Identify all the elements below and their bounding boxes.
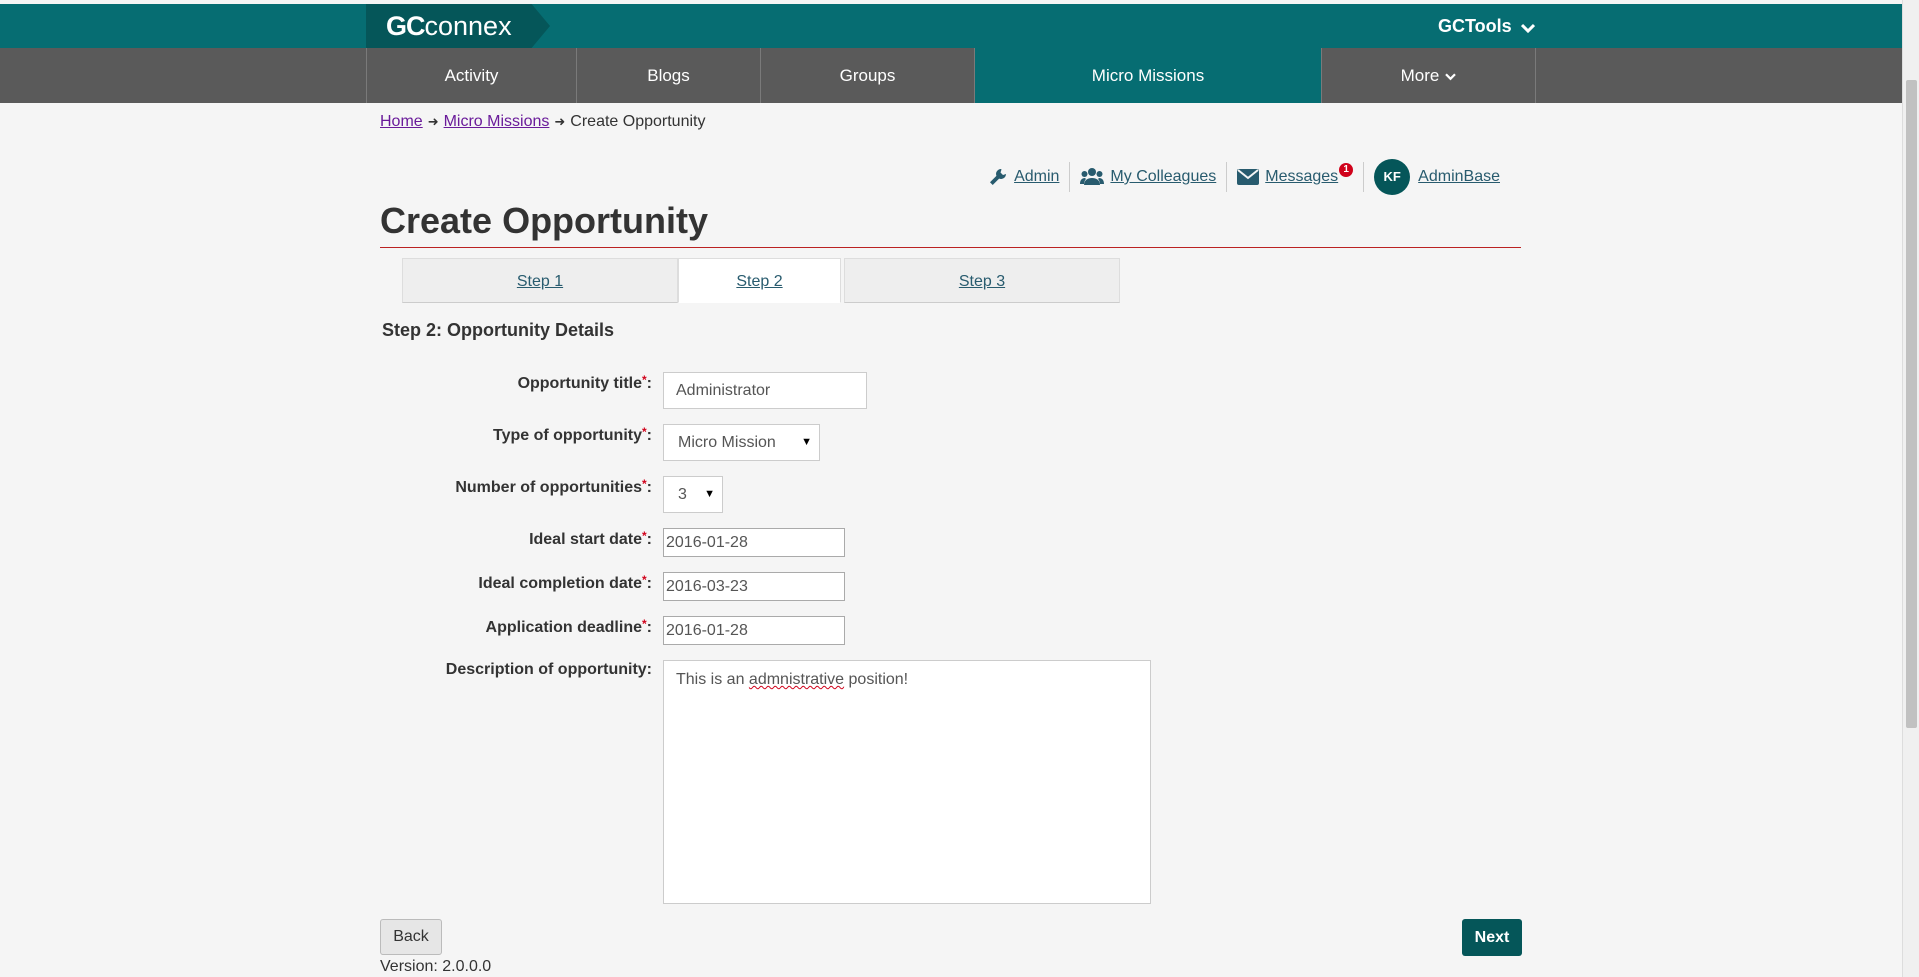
label-colon: : — [646, 479, 652, 496]
version-text: Version: 2.0.0.0 — [380, 958, 492, 975]
label-colon: : — [646, 575, 652, 592]
chevron-down-icon — [1445, 73, 1457, 81]
wrench-icon — [990, 169, 1007, 185]
nav-divider — [1535, 48, 1536, 103]
label-colon: : — [646, 619, 652, 636]
back-button[interactable]: Back — [380, 919, 442, 955]
nav-item-label: More — [1400, 66, 1440, 85]
label-text: Opportunity title — [517, 375, 642, 392]
title-divider — [380, 247, 1521, 248]
top-header-bar: GCconnex GCTools — [0, 4, 1902, 48]
label-text: Ideal start date — [529, 531, 642, 548]
logo-bold-text: GC — [386, 11, 425, 41]
nav-item-label: Groups — [839, 66, 896, 85]
username-link[interactable]: AdminBase — [1418, 168, 1500, 186]
description-label: Description of opportunity: — [445, 661, 652, 678]
tab-step-2-link[interactable]: Step 2 — [736, 273, 782, 290]
tab-step-1[interactable]: Step 1 — [402, 258, 678, 303]
users-icon — [1080, 168, 1105, 185]
application-deadline-label: Application deadline*: — [486, 617, 652, 637]
arrow-right-icon: ➜ — [554, 114, 566, 129]
vertical-scrollbar[interactable] — [1902, 0, 1919, 977]
breadcrumb: Home ➜ Micro Missions ➜ Create Opportunity — [380, 113, 705, 131]
breadcrumb-micro-missions-link[interactable]: Micro Missions — [444, 113, 550, 130]
gctools-label: GCTools — [1438, 16, 1512, 36]
nav-item-label: Blogs — [647, 66, 690, 85]
gctools-menu-button[interactable]: GCTools — [1438, 4, 1535, 48]
nav-item-label: Activity — [444, 66, 499, 85]
admin-link-text[interactable]: Admin — [1014, 168, 1059, 186]
completion-date-label: Ideal completion date*: — [478, 573, 652, 593]
chevron-down-icon — [1520, 23, 1535, 34]
opportunity-title-input[interactable] — [663, 372, 867, 409]
selected-value: 3 — [678, 486, 687, 503]
main-navigation: Activity Blogs Groups Micro Missions Mor… — [0, 48, 1902, 103]
scrollbar-thumb[interactable] — [1906, 80, 1917, 728]
start-date-label: Ideal start date*: — [529, 529, 652, 549]
opportunity-type-label: Type of opportunity*: — [493, 425, 652, 445]
avatar: KF — [1374, 159, 1411, 195]
my-colleagues-link[interactable]: My Colleagues — [1069, 162, 1226, 192]
step-heading: Step 2: Opportunity Details — [382, 320, 615, 340]
user-profile-link[interactable]: KF AdminBase — [1363, 159, 1510, 195]
dropdown-arrow-icon: ▼ — [801, 436, 812, 448]
label-text: Ideal completion date — [478, 575, 642, 592]
label-text: Number of opportunities — [455, 479, 642, 496]
logo-text: connex — [424, 11, 512, 41]
nav-item-groups[interactable]: Groups — [760, 48, 974, 103]
start-date-input[interactable] — [663, 528, 845, 557]
arrow-right-icon: ➜ — [427, 114, 439, 129]
tab-step-1-link[interactable]: Step 1 — [517, 273, 563, 290]
nav-item-micro-missions[interactable]: Micro Missions — [974, 48, 1321, 103]
nav-item-activity[interactable]: Activity — [366, 48, 576, 103]
admin-link[interactable]: Admin — [978, 162, 1069, 192]
my-colleagues-link-text[interactable]: My Colleagues — [1110, 168, 1216, 186]
messages-count-badge: 1 — [1339, 163, 1354, 177]
gcconnex-logo[interactable]: GCconnex — [366, 4, 550, 48]
misspelled-word: admnistrative — [748, 671, 845, 688]
nav-item-more[interactable]: More — [1321, 48, 1535, 103]
envelope-icon — [1237, 169, 1260, 185]
tab-step-3[interactable]: Step 3 — [844, 258, 1120, 303]
label-text: Type of opportunity — [492, 427, 642, 444]
user-toolbar: Admin My Colleagues Messages 1 KF AdminBa… — [978, 159, 1510, 195]
tab-step-3-link[interactable]: Step 3 — [959, 273, 1005, 290]
messages-link-text[interactable]: Messages — [1265, 168, 1338, 186]
number-of-opportunities-label: Number of opportunities*: — [455, 477, 652, 497]
label-colon: : — [646, 375, 652, 392]
messages-link[interactable]: Messages 1 — [1226, 162, 1363, 192]
description-textarea[interactable]: This is an admnistrative position! — [663, 660, 1151, 904]
breadcrumb-home-link[interactable]: Home — [380, 113, 423, 130]
completion-date-input[interactable] — [663, 572, 845, 601]
breadcrumb-current: Create Opportunity — [570, 113, 706, 130]
selected-value: Micro Mission — [678, 434, 776, 451]
label-colon: : — [646, 427, 652, 444]
nav-item-label: Micro Missions — [1091, 66, 1205, 85]
number-of-opportunities-select[interactable]: 3 ▼ — [663, 476, 723, 513]
label-colon: : — [646, 531, 652, 548]
page-title: Create Opportunity — [380, 200, 709, 241]
next-button[interactable]: Next — [1462, 919, 1522, 956]
description-text: position! — [844, 671, 909, 688]
label-text: Application deadline — [485, 619, 642, 636]
nav-item-blogs[interactable]: Blogs — [576, 48, 760, 103]
opportunity-type-select[interactable]: Micro Mission ▼ — [663, 424, 820, 461]
description-text: This is an — [676, 671, 749, 688]
application-deadline-input[interactable] — [663, 616, 845, 645]
dropdown-arrow-icon: ▼ — [704, 488, 715, 500]
tab-step-2[interactable]: Step 2 — [678, 258, 841, 303]
opportunity-title-label: Opportunity title*: — [518, 373, 652, 393]
